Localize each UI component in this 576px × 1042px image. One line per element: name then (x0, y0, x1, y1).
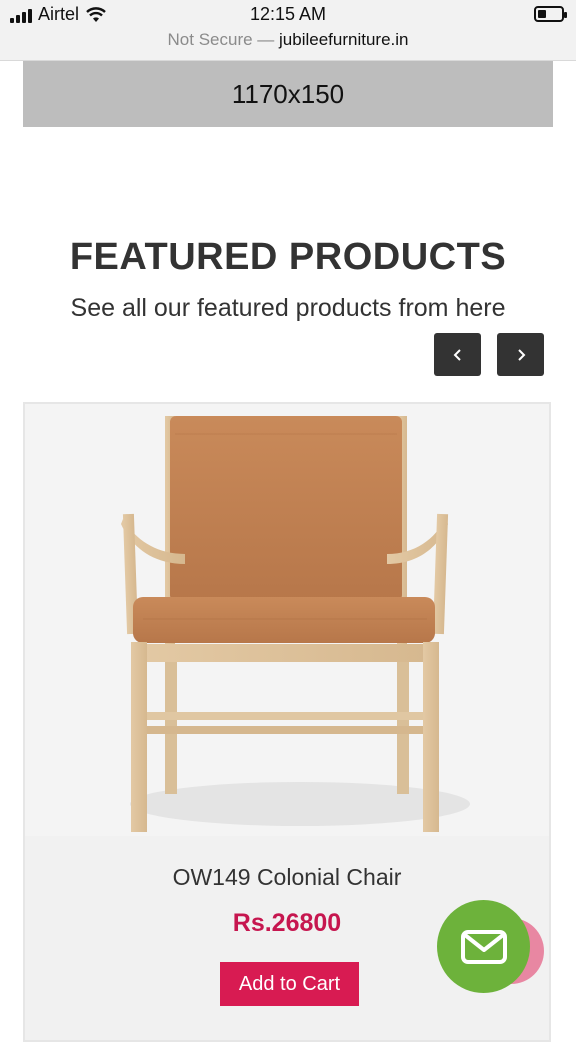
product-image[interactable] (25, 404, 549, 836)
url-domain: jubileefurniture.in (279, 30, 409, 49)
chevron-right-icon (517, 348, 525, 361)
address-bar[interactable]: Not Secure — jubileefurniture.in (0, 30, 576, 50)
contact-floating-button[interactable] (437, 900, 530, 993)
security-label: Not Secure — (167, 30, 275, 49)
section-subtitle: See all our featured products from here (70, 294, 506, 322)
product-name[interactable]: OW149 Colonial Chair (25, 864, 549, 891)
mail-icon (460, 929, 507, 964)
add-to-cart-button[interactable]: Add to Cart (220, 962, 359, 1006)
banner-text: 1170x150 (231, 78, 345, 109)
chevron-left-icon (453, 348, 461, 361)
section-title: FEATURED PRODUCTS (69, 236, 507, 278)
carousel-prev-button[interactable] (434, 333, 481, 376)
battery-icon (534, 6, 567, 22)
banner-placeholder: 1170x150 (23, 61, 553, 127)
carousel-next-button[interactable] (497, 333, 544, 376)
chair-image (121, 416, 470, 832)
clock: 12:15 AM (249, 4, 327, 24)
browser-status-bar: Airtel 12:15 AM Not Secure — jubileefurn… (0, 0, 576, 61)
